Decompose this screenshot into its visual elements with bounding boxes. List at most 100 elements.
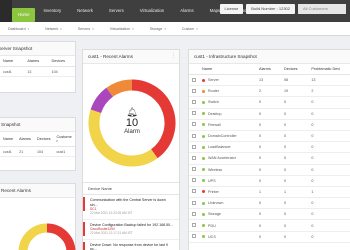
top-navigation-bar: Home Inventory Network Servers Virtualizatio…	[0, 0, 350, 22]
table-row[interactable]: DomainController 0 0 0	[189, 130, 350, 143]
row-checkbox[interactable]	[189, 186, 199, 199]
row-checkbox[interactable]	[189, 85, 199, 98]
table-row[interactable]: WAN Accelerator 0 0 0	[189, 152, 350, 165]
row-checkbox[interactable]	[189, 175, 199, 187]
device-type[interactable]: Firewall	[199, 119, 257, 131]
device-type[interactable]: Printer	[199, 186, 257, 199]
alarm-time: 22 Mar 2021 12:17:21 AM IST	[90, 231, 133, 236]
table-row[interactable]: Printer 1 1 1	[189, 186, 350, 199]
device-type-label: UCS	[208, 234, 216, 239]
table-row[interactable]: Server 13 08 13	[189, 74, 350, 87]
table-row[interactable]: PDU 0 0 0	[189, 219, 350, 232]
row-checkbox[interactable]	[189, 130, 199, 143]
device-type-label: PDU	[208, 223, 216, 228]
devices-count: 0	[281, 119, 309, 131]
table-row[interactable]: Desktop 0 0 0	[189, 108, 350, 120]
row-checkbox[interactable]	[189, 141, 199, 154]
status-dot-icon	[202, 235, 205, 239]
problematic-devices-count: 0	[308, 231, 350, 243]
license-button[interactable]: License	[219, 4, 244, 14]
row-checkbox[interactable]	[189, 197, 199, 210]
device-type[interactable]: WAN Accelerator	[199, 152, 257, 165]
problematic-devices-count: 0	[308, 164, 350, 176]
nav-item-network[interactable]: Network	[69, 0, 101, 22]
tab-network[interactable]: Network ▾	[37, 27, 70, 31]
nav-item-inventory[interactable]: Inventory	[35, 0, 69, 22]
row-checkbox[interactable]	[189, 231, 199, 243]
device-type[interactable]: LoadBalancer	[199, 141, 257, 154]
status-dot-icon	[202, 100, 205, 104]
alarm-entry[interactable]: Device Down: No response from device for…	[83, 240, 179, 250]
customer-name[interactable]: cust1	[0, 146, 17, 158]
device-type[interactable]: Switch	[199, 96, 257, 109]
build-number: Build Number : 12302	[246, 4, 295, 14]
row-checkbox[interactable]	[189, 152, 199, 165]
column-header: Name	[0, 132, 17, 147]
table-row[interactable]: Unknown 0 0 0	[189, 197, 350, 210]
row-checkbox[interactable]	[189, 96, 199, 109]
device-type[interactable]: Unknown	[199, 197, 257, 210]
infrastructure-table: Name Alarms Devices Problematic Devi Server…	[189, 64, 350, 243]
table-row[interactable]: Wireless 0 0 0	[189, 164, 350, 176]
column-header: Devices	[281, 64, 309, 75]
row-checkbox[interactable]	[189, 208, 199, 221]
panel-menu-icon[interactable]: ⋮	[171, 53, 176, 59]
tab-servers[interactable]: Servers ▾	[70, 27, 102, 31]
problematic-devices-count: 0	[308, 130, 350, 143]
device-type[interactable]: PDU	[199, 219, 257, 232]
device-type[interactable]: Desktop	[199, 108, 257, 120]
devices-count: 0	[281, 152, 309, 165]
table-row[interactable]: Storage 0 0 0	[189, 208, 350, 221]
alarm-entry[interactable]: Communication with the Central Server is…	[83, 195, 179, 220]
table-row[interactable]: cust1 21 104 cust1	[0, 146, 75, 158]
device-type[interactable]: UCS	[199, 231, 257, 243]
row-checkbox[interactable]	[189, 108, 199, 120]
device-type[interactable]: UPS	[199, 175, 257, 187]
device-type[interactable]: Storage	[199, 208, 257, 221]
device-type[interactable]: Wireless	[199, 164, 257, 176]
alarms-count: 0	[256, 108, 281, 120]
table-row[interactable]: Switch 0 0 0	[189, 96, 350, 109]
tab-dashboard[interactable]: Dashboard ▾	[0, 27, 37, 31]
table-row[interactable]: cust1 13 104	[0, 66, 75, 78]
device-type[interactable]: DomainController	[199, 130, 257, 143]
alarm-entry[interactable]: Device Configuration Backup failed for 1…	[83, 220, 179, 240]
devices-count: 104	[33, 146, 54, 158]
status-dot-icon	[202, 168, 205, 172]
tab-storage[interactable]: Storage ▾	[142, 27, 174, 31]
devices-count: 0	[281, 108, 309, 120]
alarms-count: 0	[256, 130, 281, 143]
app-logo[interactable]	[0, 0, 12, 22]
row-checkbox[interactable]	[189, 74, 199, 87]
device-type[interactable]: Router	[199, 85, 257, 98]
alarms-count: 0	[256, 152, 281, 165]
nav-item-home[interactable]: Home	[12, 8, 36, 22]
row-checkbox[interactable]	[189, 219, 199, 232]
donut-segment[interactable]	[106, 79, 133, 97]
table-row[interactable]: Firewall 0 0 0	[189, 119, 350, 131]
table-row[interactable]: UCS 0 0 0	[189, 231, 350, 243]
nav-item-servers[interactable]: Servers	[101, 0, 132, 22]
customer-name[interactable]: cust1	[0, 66, 25, 78]
device-type[interactable]: Server	[199, 74, 257, 87]
table-row[interactable]: Router 2 19 2	[189, 85, 350, 98]
tab-label: Network	[45, 26, 59, 31]
panel-title: Server Snapshot	[0, 42, 75, 56]
problematic-devices-count: 13	[308, 74, 350, 87]
row-checkbox[interactable]	[189, 119, 199, 131]
table-row[interactable]: LoadBalancer 0 0 0	[189, 141, 350, 154]
table-row[interactable]: UPS 0 0 0	[189, 175, 350, 187]
status-dot-icon	[202, 201, 205, 205]
tab-label: Servers	[77, 26, 91, 31]
alarm-message: Device Down: No response from device for…	[90, 242, 168, 250]
row-checkbox[interactable]	[189, 164, 199, 176]
nav-item-alarms[interactable]: Alarms	[172, 0, 201, 22]
device-type-label: UPS	[208, 178, 216, 183]
panel-title: Snapshot	[0, 118, 75, 132]
tab-custom[interactable]: Custom ▾	[174, 27, 206, 31]
donut-area: 🔔︎ 10 Alarm	[83, 64, 179, 182]
customer-selector[interactable]: All Customers	[298, 4, 346, 14]
tab-virtualization[interactable]: Virtualization ▾	[102, 27, 142, 31]
nav-item-virtualization[interactable]: Virtualization	[132, 0, 173, 22]
chevron-down-icon: ▾	[164, 26, 166, 31]
